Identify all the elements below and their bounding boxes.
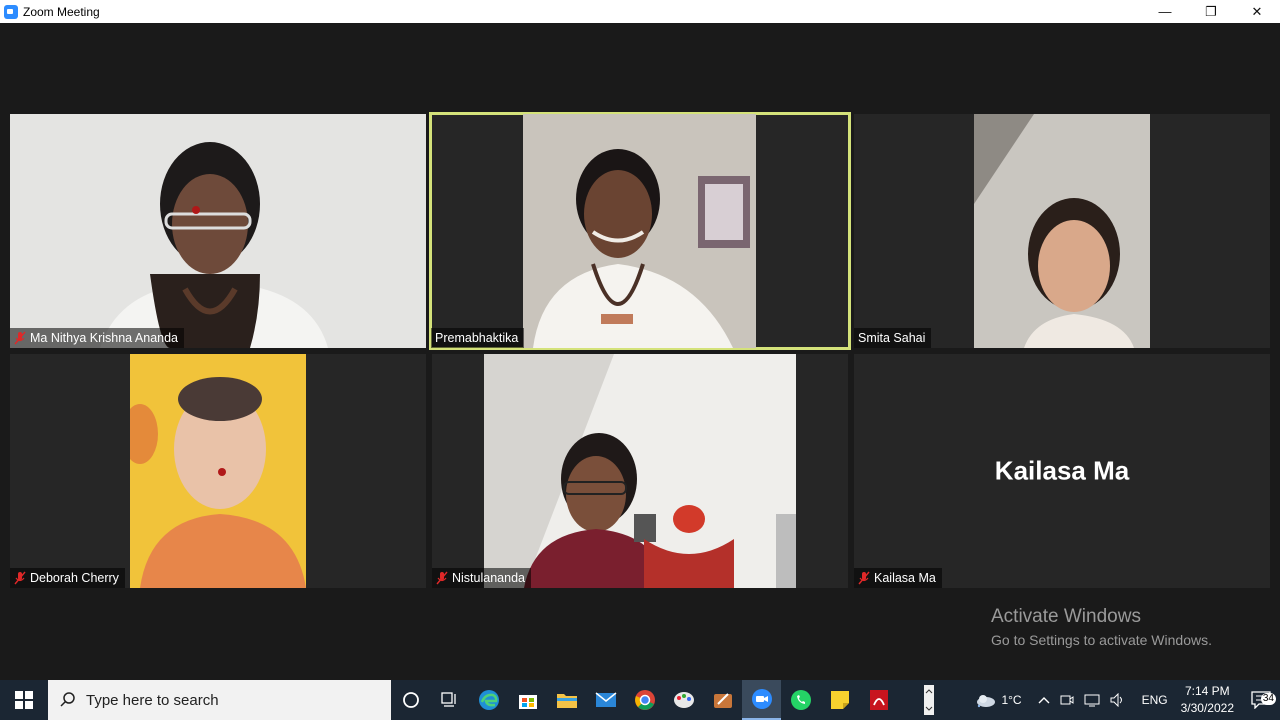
participant-name: Premabhaktika [435,331,519,345]
chevron-up-icon [1038,697,1050,704]
participant-tile-video-off[interactable]: Kailasa Ma Kailasa Ma [854,354,1270,588]
participant-video [484,354,796,588]
muted-mic-icon [858,571,870,585]
zoom-app-icon [4,4,18,19]
paint-icon[interactable] [664,680,703,720]
store-icon[interactable] [508,680,547,720]
zoom-icon[interactable] [742,680,781,720]
minimize-button[interactable]: — [1142,0,1188,23]
gallery-view: Ma Nithya Krishna Ananda Premabhaktika S… [0,23,1280,680]
edge-icon[interactable] [469,680,508,720]
participant-name: Smita Sahai [858,331,926,345]
network-icon[interactable] [1079,693,1105,707]
sticky-notes-icon[interactable] [820,680,859,720]
participant-name: Ma Nithya Krishna Ananda [30,331,179,345]
show-hidden-icons-button[interactable] [1033,696,1055,704]
system-tray: 1°C ENG 7:14 PM 3/30/2022 34 [919,680,1280,720]
cortana-icon[interactable] [391,680,430,720]
participant-video [130,354,306,588]
participant-display-name: Kailasa Ma [994,455,1130,486]
window-controls: — ❐ ✕ [1142,0,1280,23]
participant-video [523,114,756,348]
volume-icon[interactable] [1105,693,1131,707]
participant-video [974,114,1150,348]
participant-tile-active-speaker[interactable]: Premabhaktika [429,112,851,350]
activate-windows-watermark: Activate Windows Go to Settings to activ… [991,606,1212,648]
tray-scroll-control[interactable] [919,685,939,715]
clock-time: 7:14 PM [1184,684,1230,698]
participant-name-tag: Ma Nithya Krishna Ananda [10,328,185,348]
task-view-icon[interactable] [430,680,469,720]
windows-logo-icon [15,691,33,709]
taskbar-clock[interactable]: 7:14 PM 3/30/2022 [1173,683,1242,717]
muted-mic-icon [14,331,26,345]
tray-scroll-arrows-icon [924,685,935,715]
chrome-icon[interactable] [625,680,664,720]
meet-now-icon[interactable] [1055,693,1079,707]
activate-windows-title: Activate Windows [991,606,1141,627]
weather-widget[interactable]: 1°C [969,692,1026,708]
participant-name-tag: Nistulananda [432,568,531,588]
weather-temperature: 1°C [1001,693,1022,707]
participant-name: Kailasa Ma [874,571,936,585]
participant-tile[interactable]: Smita Sahai [854,114,1270,348]
clock-date: 3/30/2022 [1180,701,1234,715]
sketch-app-icon[interactable] [703,680,742,720]
start-button[interactable] [0,680,48,720]
activate-windows-subtitle: Go to Settings to activate Windows. [991,632,1212,648]
search-placeholder: Type here to search [86,691,219,709]
acrobat-icon[interactable] [859,680,898,720]
participant-name-tag: Kailasa Ma [854,568,942,588]
muted-mic-icon [436,571,448,585]
action-center-button[interactable]: 34 [1242,691,1280,709]
taskbar-search-box[interactable]: Type here to search [48,680,391,720]
cloudy-weather-icon [977,695,996,708]
participant-name: Nistulananda [452,571,525,585]
participant-tile[interactable]: Ma Nithya Krishna Ananda [10,114,426,348]
mail-icon[interactable] [586,680,625,720]
participant-tile[interactable]: Deborah Cherry [10,354,426,588]
participant-video [10,114,426,348]
participant-tile[interactable]: Nistulananda [432,354,848,588]
search-icon [60,692,75,707]
input-language[interactable]: ENG [1137,693,1173,707]
restore-button[interactable]: ❐ [1188,0,1234,23]
file-explorer-icon[interactable] [547,680,586,720]
notification-count-badge: 34 [1260,693,1276,705]
close-button[interactable]: ✕ [1234,0,1280,23]
participant-name-tag: Smita Sahai [854,328,932,348]
participant-name-tag: Deborah Cherry [10,568,125,588]
muted-mic-icon [14,571,26,585]
whatsapp-icon[interactable] [781,680,820,720]
windows-taskbar: Type here to search 1°C ENG 7:14 PM 3/30… [0,680,1280,720]
participant-name: Deborah Cherry [30,571,119,585]
window-titlebar: Zoom Meeting — ❐ ✕ [0,0,1280,23]
participant-name-tag: Premabhaktika [431,328,525,348]
window-title: Zoom Meeting [23,4,100,19]
